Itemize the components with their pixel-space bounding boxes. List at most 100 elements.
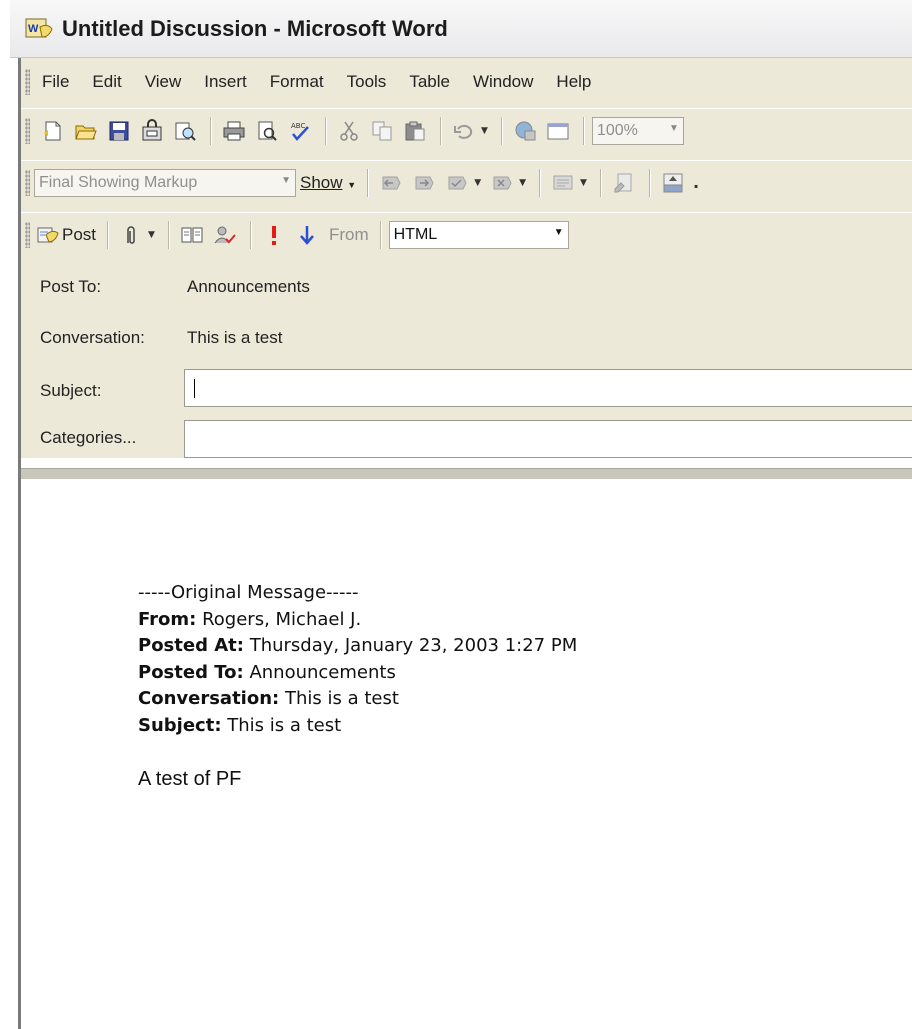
header-body-divider[interactable]	[21, 468, 912, 479]
post-to-value: Announcements	[187, 277, 310, 296]
paperclip-icon[interactable]	[116, 220, 146, 250]
toolbar-grip[interactable]	[25, 169, 30, 196]
standard-toolbar: ABC ▼ 100% ▼	[21, 108, 912, 152]
menu-help[interactable]: Help	[556, 72, 591, 92]
posted-to-value: Announcements	[249, 661, 396, 683]
chevron-down-icon: ▼	[669, 122, 679, 134]
original-message-separator: -----Original Message-----	[138, 582, 359, 603]
markup-view-value: Final Showing Markup	[39, 173, 198, 191]
permission-icon[interactable]	[137, 116, 167, 146]
categories-button[interactable]: Categories...	[28, 420, 178, 458]
subject-line: Subject: This is a test	[138, 713, 577, 740]
post-icon	[37, 227, 59, 243]
toolbar-separator	[210, 116, 212, 145]
toolbar-separator	[167, 220, 170, 249]
open-icon[interactable]	[71, 116, 101, 146]
post-button[interactable]: Post	[36, 223, 96, 247]
menu-tools[interactable]: Tools	[347, 72, 387, 92]
accept-change-icon[interactable]	[442, 168, 472, 198]
undo-icon[interactable]	[449, 116, 479, 146]
importance-low-icon[interactable]	[292, 220, 322, 250]
toolbar-separator	[367, 168, 370, 197]
message-text: A test of PF	[138, 768, 242, 790]
format-value: HTML	[393, 225, 438, 243]
previous-change-icon[interactable]	[376, 168, 406, 198]
search-icon[interactable]	[170, 116, 200, 146]
show-label: Show	[300, 172, 343, 192]
svg-text:ABC: ABC	[291, 122, 305, 130]
new-icon[interactable]	[38, 116, 68, 146]
cut-icon[interactable]	[334, 116, 364, 146]
posted-at-line: Posted At: Thursday, January 23, 2003 1:…	[138, 633, 577, 660]
toolbar-separator	[539, 168, 542, 197]
message-subject-value: This is a test	[227, 714, 342, 736]
print-preview-icon[interactable]	[252, 116, 282, 146]
menu-bar: File Edit View Insert Format Tools Table…	[21, 64, 912, 100]
show-button[interactable]: Show ▼	[300, 173, 356, 193]
posted-at-label: Posted At:	[138, 635, 244, 656]
svg-text:W: W	[28, 23, 39, 35]
from-value: Rogers, Michael J.	[202, 608, 362, 630]
copy-icon[interactable]	[367, 116, 397, 146]
title-bar[interactable]: W Untitled Discussion - Microsoft Word	[10, 0, 912, 58]
posted-at-value: Thursday, January 23, 2003 1:27 PM	[249, 635, 578, 656]
check-names-icon[interactable]	[210, 220, 240, 250]
comment-dropdown-icon[interactable]: ▼	[580, 178, 587, 188]
post-label: Post	[62, 224, 97, 244]
menu-window[interactable]: Window	[473, 72, 533, 92]
paste-icon[interactable]	[400, 116, 430, 146]
conversation-label: Conversation:	[40, 328, 145, 347]
menu-format[interactable]: Format	[270, 72, 324, 92]
zoom-combo[interactable]: 100% ▼	[591, 116, 684, 145]
toolbar-separator	[648, 168, 651, 197]
reject-change-icon[interactable]	[487, 168, 517, 198]
message-body[interactable]: -----Original Message----- From: Rogers,…	[21, 479, 912, 1029]
message-subject-label: Subject:	[138, 714, 222, 736]
toolbar-grip[interactable]	[25, 221, 30, 248]
spelling-icon[interactable]: ABC	[285, 116, 315, 146]
toolbar-separator	[582, 116, 585, 145]
reject-dropdown-icon[interactable]: ▼	[519, 178, 526, 188]
toolbar-grip[interactable]	[25, 117, 30, 144]
attach-dropdown-icon[interactable]: ▼	[148, 230, 155, 240]
frame-icon[interactable]	[543, 116, 573, 146]
reviewing-pane-icon[interactable]	[658, 168, 688, 198]
next-change-icon[interactable]	[409, 168, 439, 198]
window-title: Untitled Discussion - Microsoft Word	[62, 16, 448, 41]
menu-grip[interactable]	[25, 69, 30, 95]
insert-comment-icon[interactable]	[548, 168, 578, 198]
quoted-message: -----Original Message----- From: Rogers,…	[138, 580, 577, 793]
menu-file[interactable]: File	[42, 72, 69, 92]
undo-dropdown-icon[interactable]: ▼	[481, 126, 488, 136]
print-icon[interactable]	[219, 116, 249, 146]
conversation-value: This is a test	[187, 328, 283, 347]
posted-to-line: Posted To: Announcements	[138, 660, 577, 687]
from-button[interactable]: From	[329, 225, 369, 245]
address-book-icon[interactable]	[177, 220, 207, 250]
post-toolbar: Post ▼ From HTML ▼	[21, 212, 912, 256]
importance-high-icon[interactable]	[259, 220, 289, 250]
menu-view[interactable]: View	[145, 72, 182, 92]
from-label: From:	[138, 608, 197, 630]
conversation-line: Conversation: This is a test	[138, 686, 577, 713]
toolbar-separator	[500, 116, 503, 145]
menu-edit[interactable]: Edit	[92, 72, 121, 92]
track-changes-icon[interactable]	[609, 168, 639, 198]
accept-dropdown-icon[interactable]: ▼	[474, 178, 481, 188]
toolbar-separator	[249, 220, 252, 249]
toolbar-separator	[107, 220, 110, 249]
save-icon[interactable]	[104, 116, 134, 146]
web-icon[interactable]	[510, 116, 540, 146]
menu-insert[interactable]: Insert	[204, 72, 247, 92]
word-window: W Untitled Discussion - Microsoft Word F…	[0, 0, 912, 1029]
message-conversation-label: Conversation:	[138, 688, 280, 709]
markup-view-combo[interactable]: Final Showing Markup ▼	[34, 168, 296, 197]
categories-input[interactable]	[184, 420, 912, 458]
menu-table[interactable]: Table	[409, 72, 450, 92]
post-to-label: Post To:	[40, 277, 102, 296]
format-combo[interactable]: HTML ▼	[388, 220, 569, 249]
from-line: From: Rogers, Michael J.	[138, 607, 577, 634]
subject-input[interactable]	[184, 369, 912, 407]
zoom-value: 100%	[596, 121, 638, 139]
toolbar-options-icon[interactable]: .	[693, 173, 699, 192]
